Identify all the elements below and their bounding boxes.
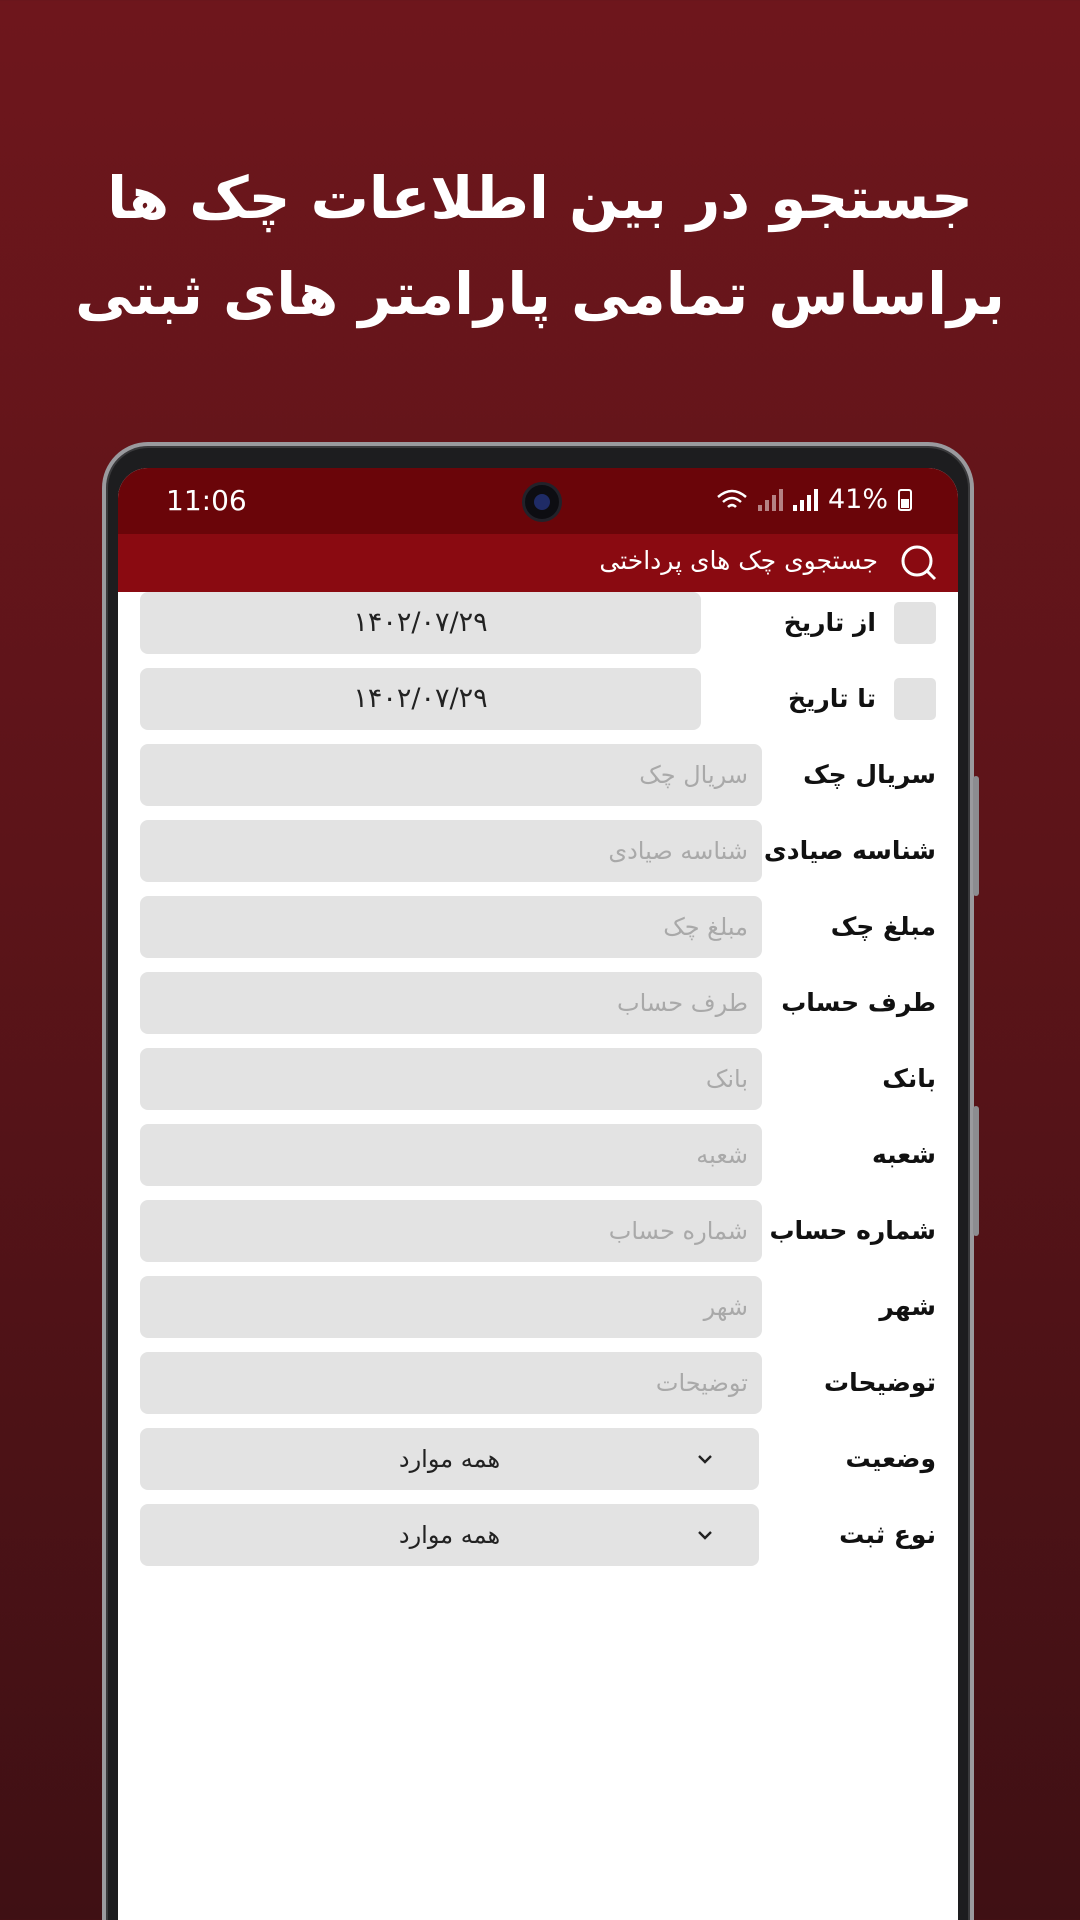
from-date-checkbox[interactable] bbox=[894, 602, 936, 644]
bank-row: بانک بانک bbox=[140, 1048, 936, 1110]
description-row: توضیحات توضیحات bbox=[140, 1352, 936, 1414]
to-date-label: تا تاریخ bbox=[787, 684, 876, 713]
power-button bbox=[973, 1106, 979, 1236]
branch-label: شعبه bbox=[871, 1140, 936, 1169]
bank-input[interactable]: بانک bbox=[140, 1048, 762, 1110]
battery-icon bbox=[898, 488, 912, 511]
to-date-row: تا تاریخ ۱۴۰۲/۰۷/۲۹ bbox=[140, 668, 936, 730]
city-input[interactable]: شهر bbox=[140, 1276, 762, 1338]
volume-button bbox=[973, 776, 979, 896]
to-date-checkbox[interactable] bbox=[894, 678, 936, 720]
check-serial-label: سریال چک bbox=[803, 760, 936, 789]
city-row: شهر شهر bbox=[140, 1276, 936, 1338]
phone-frame: 11:06 41% جستجوی چک های پرداختی از تاریخ… bbox=[102, 442, 979, 1920]
bank-label: بانک bbox=[882, 1064, 936, 1093]
status-row: وضعیت همه موارد bbox=[140, 1428, 936, 1490]
from-date-field[interactable]: ۱۴۰۲/۰۷/۲۹ bbox=[140, 592, 701, 654]
phone-screen: 11:06 41% جستجوی چک های پرداختی از تاریخ… bbox=[118, 468, 958, 1920]
status-icons: 41% bbox=[716, 484, 912, 515]
chevron-down-icon bbox=[698, 1531, 712, 1540]
search-icon[interactable] bbox=[900, 544, 938, 582]
headline-line-2: براساس تمامی پارامتر های ثبتی bbox=[75, 260, 1006, 328]
branch-row: شعبه شعبه bbox=[140, 1124, 936, 1186]
app-bar-title: جستجوی چک های پرداختی bbox=[599, 546, 878, 575]
city-label: شهر bbox=[879, 1292, 936, 1321]
description-input[interactable]: توضیحات bbox=[140, 1352, 762, 1414]
status-select[interactable]: همه موارد bbox=[140, 1428, 759, 1490]
front-camera bbox=[522, 482, 562, 522]
status-select-value: همه موارد bbox=[398, 1445, 501, 1473]
description-label: توضیحات bbox=[824, 1368, 936, 1397]
status-time: 11:06 bbox=[166, 484, 247, 517]
to-date-field[interactable]: ۱۴۰۲/۰۷/۲۹ bbox=[140, 668, 701, 730]
sayadi-id-label: شناسه صیادی bbox=[763, 836, 936, 865]
from-date-label: از تاریخ bbox=[783, 608, 876, 637]
headline-line-1: جستجو در بین اطلاعات چک ها bbox=[107, 164, 974, 232]
battery-percent: 41% bbox=[827, 484, 888, 515]
account-number-input[interactable]: شماره حساب bbox=[140, 1200, 762, 1262]
signal-icon-1 bbox=[757, 488, 783, 511]
from-date-row: از تاریخ ۱۴۰۲/۰۷/۲۹ bbox=[140, 592, 936, 654]
wifi-icon bbox=[717, 489, 747, 508]
counterparty-label: طرف حساب bbox=[781, 988, 936, 1017]
app-bar: جستجوی چک های پرداختی bbox=[118, 534, 958, 592]
amount-input[interactable]: مبلغ چک bbox=[140, 896, 762, 958]
status-bar: 11:06 41% bbox=[118, 468, 958, 534]
record-type-label: نوع ثبت bbox=[839, 1520, 936, 1549]
check-serial-row: سریال چک سریال چک bbox=[140, 744, 936, 806]
record-type-select-value: همه موارد bbox=[398, 1521, 501, 1549]
account-number-row: شماره حساب شماره حساب bbox=[140, 1200, 936, 1262]
amount-label: مبلغ چک bbox=[830, 912, 936, 941]
account-number-label: شماره حساب bbox=[769, 1216, 936, 1245]
counterparty-row: طرف حساب طرف حساب bbox=[140, 972, 936, 1034]
sayadi-id-input[interactable]: شناسه صیادی bbox=[140, 820, 762, 882]
signal-icon-2 bbox=[792, 488, 818, 511]
chevron-down-icon bbox=[698, 1455, 712, 1464]
record-type-select[interactable]: همه موارد bbox=[140, 1504, 759, 1566]
counterparty-input[interactable]: طرف حساب bbox=[140, 972, 762, 1034]
promo-headline: جستجو در بین اطلاعات چک ها براساس تمامی … bbox=[0, 150, 1080, 342]
status-label: وضعیت bbox=[845, 1444, 936, 1473]
branch-input[interactable]: شعبه bbox=[140, 1124, 762, 1186]
sayadi-id-row: شناسه صیادی شناسه صیادی bbox=[140, 820, 936, 882]
amount-row: مبلغ چک مبلغ چک bbox=[140, 896, 936, 958]
check-serial-input[interactable]: سریال چک bbox=[140, 744, 762, 806]
record-type-row: نوع ثبت همه موارد bbox=[140, 1504, 936, 1566]
